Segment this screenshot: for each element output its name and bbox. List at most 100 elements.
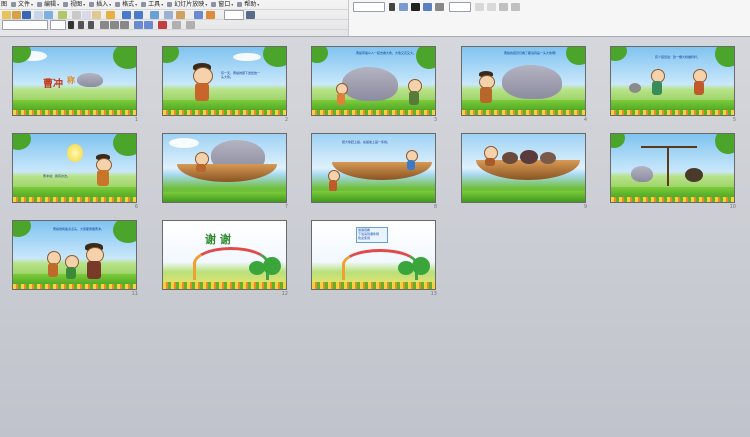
draw-select[interactable] <box>353 2 385 12</box>
dropdown-icon[interactable] <box>511 3 520 11</box>
slide-caption: 曹操的官员们看了都说真是一头大象啊！ <box>504 51 559 55</box>
slide-thumb-6[interactable]: 曹冲说：我有办法。 <box>12 133 137 203</box>
align-right-icon[interactable] <box>120 21 129 29</box>
3d-icon[interactable] <box>487 3 496 11</box>
new-slide-icon[interactable] <box>186 21 195 29</box>
chart-icon[interactable] <box>176 11 185 19</box>
slide-thumb-4[interactable]: 曹操的官员们看了都说真是一头大象啊！ <box>461 46 586 116</box>
menu-item-format[interactable]: 格式 ▾ <box>114 0 140 9</box>
slide-caption: 曹冲说：我有办法。 <box>43 174 71 178</box>
slide-thumb-13[interactable]: 谢谢观看 下载请到课件网 欢迎使用 <box>311 220 436 290</box>
align-center-icon[interactable] <box>110 21 119 29</box>
slide-caption: 有个官员说：砍一棵大树做秤杆。 <box>655 55 701 59</box>
menu-item-slideshow[interactable]: 幻灯片放映 ▾ <box>166 0 210 9</box>
style-select[interactable] <box>449 2 471 12</box>
line-icon[interactable] <box>411 3 420 11</box>
open-icon[interactable] <box>12 11 21 19</box>
file-icon <box>11 2 17 7</box>
table-icon[interactable] <box>164 11 173 19</box>
bullets-icon[interactable] <box>134 21 143 29</box>
edit-icon <box>37 2 43 7</box>
oval-icon[interactable] <box>435 3 444 11</box>
slide-thumb-8[interactable]: 把大象赶上船，在船舷上画一条线。 <box>311 133 436 203</box>
paste-icon[interactable] <box>92 11 101 19</box>
undo-icon[interactable] <box>122 11 131 19</box>
tools-icon <box>141 2 147 7</box>
thanks-text: 谢 谢 <box>205 233 231 246</box>
slide-title-suffix: 称 <box>67 75 75 85</box>
app-toolbar: 图 文件 ▾ 编辑 ▾ 视图 ▾ 插入 ▾ 格式 ▾ 工具 ▾ 幻灯片放映 ▾ 窗口 ▾ 帮助 ▾ <box>0 0 750 37</box>
slide-number: 5 <box>732 117 736 123</box>
menu-item-insert[interactable]: 插入 ▾ <box>88 0 114 9</box>
picture-icon[interactable] <box>206 11 215 19</box>
slide-title: 曹冲 <box>43 79 63 90</box>
slide-number: 4 <box>583 117 587 123</box>
help-icon <box>237 2 243 7</box>
autoshape-icon[interactable] <box>399 3 408 11</box>
shadow-icon[interactable] <box>475 3 484 11</box>
format-painter-icon[interactable] <box>106 11 115 19</box>
slide-thumb-11[interactable]: 曹操微笑着点点头，大家都佩服曹冲。 <box>12 220 137 290</box>
view-icon <box>63 2 69 7</box>
slide-number: 7 <box>284 204 288 210</box>
slide-caption: 曹操带着众人一起去看大象，大象又高又大。 <box>356 51 417 55</box>
slide-number: 13 <box>430 291 437 297</box>
text-box: 谢谢观看 下载请到课件网 欢迎使用 <box>356 227 388 243</box>
textbox-icon[interactable] <box>194 11 203 19</box>
copy-icon[interactable] <box>82 11 91 19</box>
slide-number: 11 <box>131 291 138 297</box>
spell-icon[interactable] <box>58 11 67 19</box>
toolbar-divider <box>0 9 348 10</box>
slide-thumb-12[interactable]: 谢 谢 <box>162 220 287 290</box>
slide-thumb-7[interactable] <box>162 133 287 203</box>
align-left-icon[interactable] <box>100 21 109 29</box>
preview-icon[interactable] <box>44 11 53 19</box>
slideshow-icon <box>167 2 173 7</box>
print-icon[interactable] <box>34 11 43 19</box>
slide-number: 8 <box>433 204 437 210</box>
slide-number: 2 <box>284 117 288 123</box>
underline-icon[interactable] <box>88 21 94 29</box>
italic-icon[interactable] <box>78 21 84 29</box>
design-icon[interactable] <box>172 21 181 29</box>
window-icon <box>211 2 217 7</box>
numbering-icon[interactable] <box>144 21 153 29</box>
arrow-icon[interactable] <box>389 3 395 11</box>
menu-item-file[interactable]: 文件 ▾ <box>10 0 36 9</box>
help-button-icon[interactable] <box>246 11 255 19</box>
menu-bar: 图 文件 ▾ 编辑 ▾ 视图 ▾ 插入 ▾ 格式 ▾ 工具 ▾ 幻灯片放映 ▾ 窗口 ▾ 帮助 ▾ <box>0 0 360 9</box>
format-icon <box>115 2 121 7</box>
slide-thumb-2[interactable]: 有一天，曹操的部下送给他一头大象。 <box>162 46 287 116</box>
zoom-select[interactable] <box>224 10 244 20</box>
rect-icon[interactable] <box>423 3 432 11</box>
slide-line: 欢迎使用 <box>358 236 371 240</box>
slide-number: 6 <box>134 204 138 210</box>
menu-item-window[interactable]: 窗口 ▾ <box>210 0 236 9</box>
redo-icon[interactable] <box>134 11 143 19</box>
menu-item-edit[interactable]: 编辑 ▾ <box>36 0 62 9</box>
new-icon[interactable] <box>2 11 11 19</box>
drawing-toolbar <box>348 0 750 36</box>
save-icon[interactable] <box>22 11 31 19</box>
bold-icon[interactable] <box>68 21 74 29</box>
menu-item-prefix[interactable]: 图 <box>0 0 10 9</box>
font-size-select[interactable] <box>50 20 66 30</box>
menu-item-tools[interactable]: 工具 ▾ <box>140 0 166 9</box>
menu-item-view[interactable]: 视图 ▾ <box>62 0 88 9</box>
slide-number: 3 <box>433 117 437 123</box>
slide-thumb-5[interactable]: 有个官员说：砍一棵大树做秤杆。 <box>610 46 735 116</box>
slide-thumb-9[interactable] <box>461 133 586 203</box>
slide-thumb-1[interactable]: 曹冲 称 <box>12 46 137 116</box>
cut-icon[interactable] <box>72 11 81 19</box>
menu-item-help[interactable]: 帮助 ▾ <box>236 0 262 9</box>
font-color-icon[interactable] <box>158 21 167 29</box>
slide-thumb-3[interactable]: 曹操带着众人一起去看大象，大象又高又大。 <box>311 46 436 116</box>
slide-number: 9 <box>583 204 587 210</box>
hyperlink-icon[interactable] <box>150 11 159 19</box>
font-name-select[interactable] <box>2 20 48 30</box>
more-icon[interactable] <box>499 3 508 11</box>
insert-icon <box>89 2 95 7</box>
slide-number: 10 <box>729 204 736 210</box>
slide-caption: 有一天，曹操的部下送给他一头大象。 <box>221 71 261 79</box>
slide-thumb-10[interactable] <box>610 133 735 203</box>
